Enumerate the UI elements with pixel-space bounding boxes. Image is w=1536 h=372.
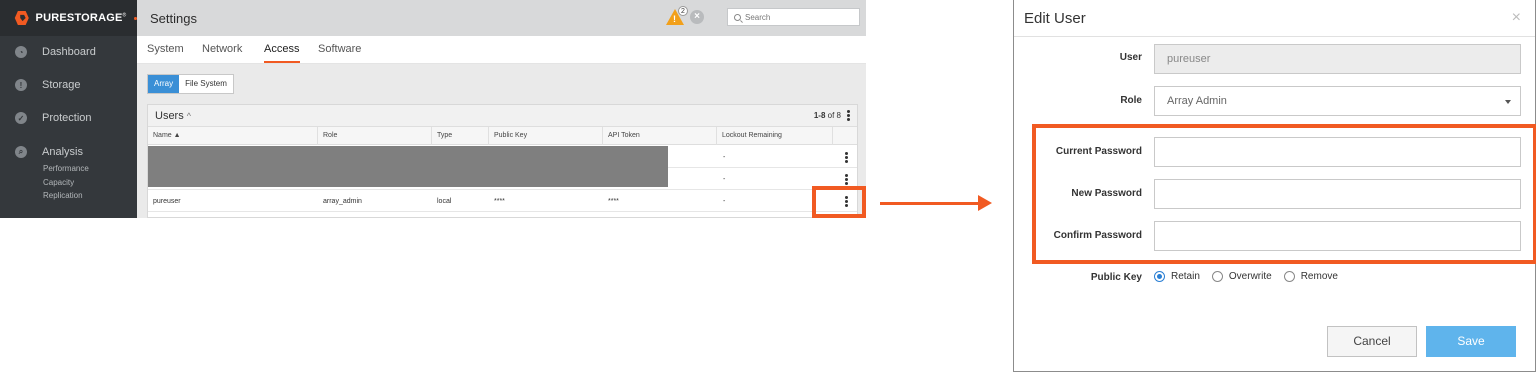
tab-system[interactable]: System [147,43,184,55]
storage-icon: ! [15,79,27,91]
radio-retain[interactable] [1154,271,1165,282]
sidebar-subitem-capacity[interactable]: Capacity [43,178,74,187]
column-header-public-key[interactable]: Public Key [494,132,527,139]
active-tab-indicator [264,61,300,63]
cell-lockout: - [723,176,726,183]
segment-file-system[interactable]: File System [179,75,233,93]
top-bar: Settings ! 2 × Search [137,0,866,36]
pure-storage-logo-icon [14,11,29,25]
public-key-label: Public Key [1090,272,1142,283]
user-field: pureuser [1154,44,1521,74]
users-panel: Users ^ 1-8 of 8 Name ▲ Role Type Public… [147,104,858,218]
sidebar-item-storage[interactable]: ! Storage [0,71,137,99]
public-key-radio-group: Retain Overwrite Remove [1154,271,1344,282]
close-icon[interactable]: × [690,10,704,24]
sidebar-item-label: Storage [42,79,81,91]
radio-remove[interactable] [1283,271,1295,282]
dialog-title: Edit User [1024,10,1086,27]
radio-overwrite[interactable] [1211,271,1223,282]
radio-remove-label[interactable]: Remove [1301,271,1338,282]
row-menu-highlight-box [812,186,866,218]
row-menu-icon[interactable] [845,152,848,164]
dialog-header: Edit User × [1014,0,1535,37]
column-divider [832,127,833,145]
users-table-header: Name ▲ Role Type Public Key API Token Lo… [148,127,857,145]
column-header-lockout[interactable]: Lockout Remaining [722,132,782,139]
settings-tabs: System Network Access Software [137,36,866,64]
cell-type: local [437,198,452,205]
cell-lockout: - [723,198,726,205]
column-divider [716,127,717,145]
column-header-role[interactable]: Role [323,132,337,139]
search-icon [734,13,741,21]
role-label: Role [1120,95,1142,106]
role-select[interactable]: Array Admin [1154,86,1521,116]
cell-lockout: - [723,154,726,161]
segment-array[interactable]: Array [148,75,180,93]
tab-access[interactable]: Access [264,43,299,55]
radio-overwrite-label[interactable]: Overwrite [1229,271,1272,282]
column-divider [602,127,603,145]
sidebar-item-dashboard[interactable]: ◔ Dashboard [0,38,137,66]
sidebar-item-protection[interactable]: ✓ Protection [0,104,137,132]
access-content: Array File System Users ^ 1-8 of 8 Name … [137,64,866,218]
sidebar-subitem-replication[interactable]: Replication [43,191,83,200]
close-icon[interactable]: × [1512,9,1521,27]
tab-software[interactable]: Software [318,43,361,55]
sidebar-subitem-performance[interactable]: Performance [43,164,89,173]
column-header-name[interactable]: Name ▲ [153,132,181,139]
sidebar-item-analysis[interactable]: ⌕ Analysis [0,138,137,166]
column-header-type[interactable]: Type [437,132,452,139]
chevron-down-icon [1505,100,1511,104]
arrow-right-icon [978,195,992,211]
dashboard-icon: ◔ [15,46,27,58]
scope-segmented-control: Array File System [147,74,234,94]
cell-role: array_admin [323,198,362,205]
brand: PURESTORAGE® [0,0,137,36]
arrow-shaft [880,202,982,205]
user-label: User [1119,52,1142,63]
users-count: 1-8 of 8 [813,111,841,120]
tab-network[interactable]: Network [202,43,242,55]
search-input[interactable]: Search [727,8,860,26]
sidebar-item-label: Protection [42,112,92,124]
row-menu-icon[interactable] [845,174,848,186]
panel-menu-icon[interactable] [847,110,850,122]
role-select-value: Array Admin [1167,95,1227,107]
column-divider [317,127,318,145]
settings-window: PURESTORAGE® ◔ Dashboard ! Storage ✓ Pro… [0,0,866,218]
column-divider [488,127,489,145]
cell-public-key: **** [494,198,505,205]
alerts-button[interactable]: ! 2 [666,6,688,28]
table-row[interactable]: pureuser array_admin local **** **** - [148,190,857,212]
sidebar-item-label: Analysis [42,146,83,158]
cell-name: pureuser [153,198,181,205]
edit-user-dialog: Edit User × User pureuser Role Array Adm… [1013,0,1536,372]
redacted-rows [148,146,668,187]
search-placeholder: Search [745,12,771,22]
column-divider [431,127,432,145]
sidebar-item-label: Dashboard [42,46,96,58]
users-panel-header: Users ^ 1-8 of 8 [148,105,857,127]
sidebar: PURESTORAGE® ◔ Dashboard ! Storage ✓ Pro… [0,0,137,218]
brand-name: PURESTORAGE® [35,12,127,24]
shield-icon: ✓ [15,112,27,124]
warning-mark: ! [673,14,676,24]
analysis-icon: ⌕ [15,146,27,158]
page-title: Settings [150,11,197,26]
users-panel-title[interactable]: Users ^ [155,110,191,122]
column-header-api-token[interactable]: API Token [608,132,640,139]
save-button[interactable]: Save [1426,326,1516,357]
alert-count-badge: 2 [678,6,688,16]
cancel-button[interactable]: Cancel [1327,326,1417,357]
radio-retain-label[interactable]: Retain [1171,271,1200,282]
cell-api-token: **** [608,198,619,205]
password-fields-highlight-box [1032,124,1536,264]
